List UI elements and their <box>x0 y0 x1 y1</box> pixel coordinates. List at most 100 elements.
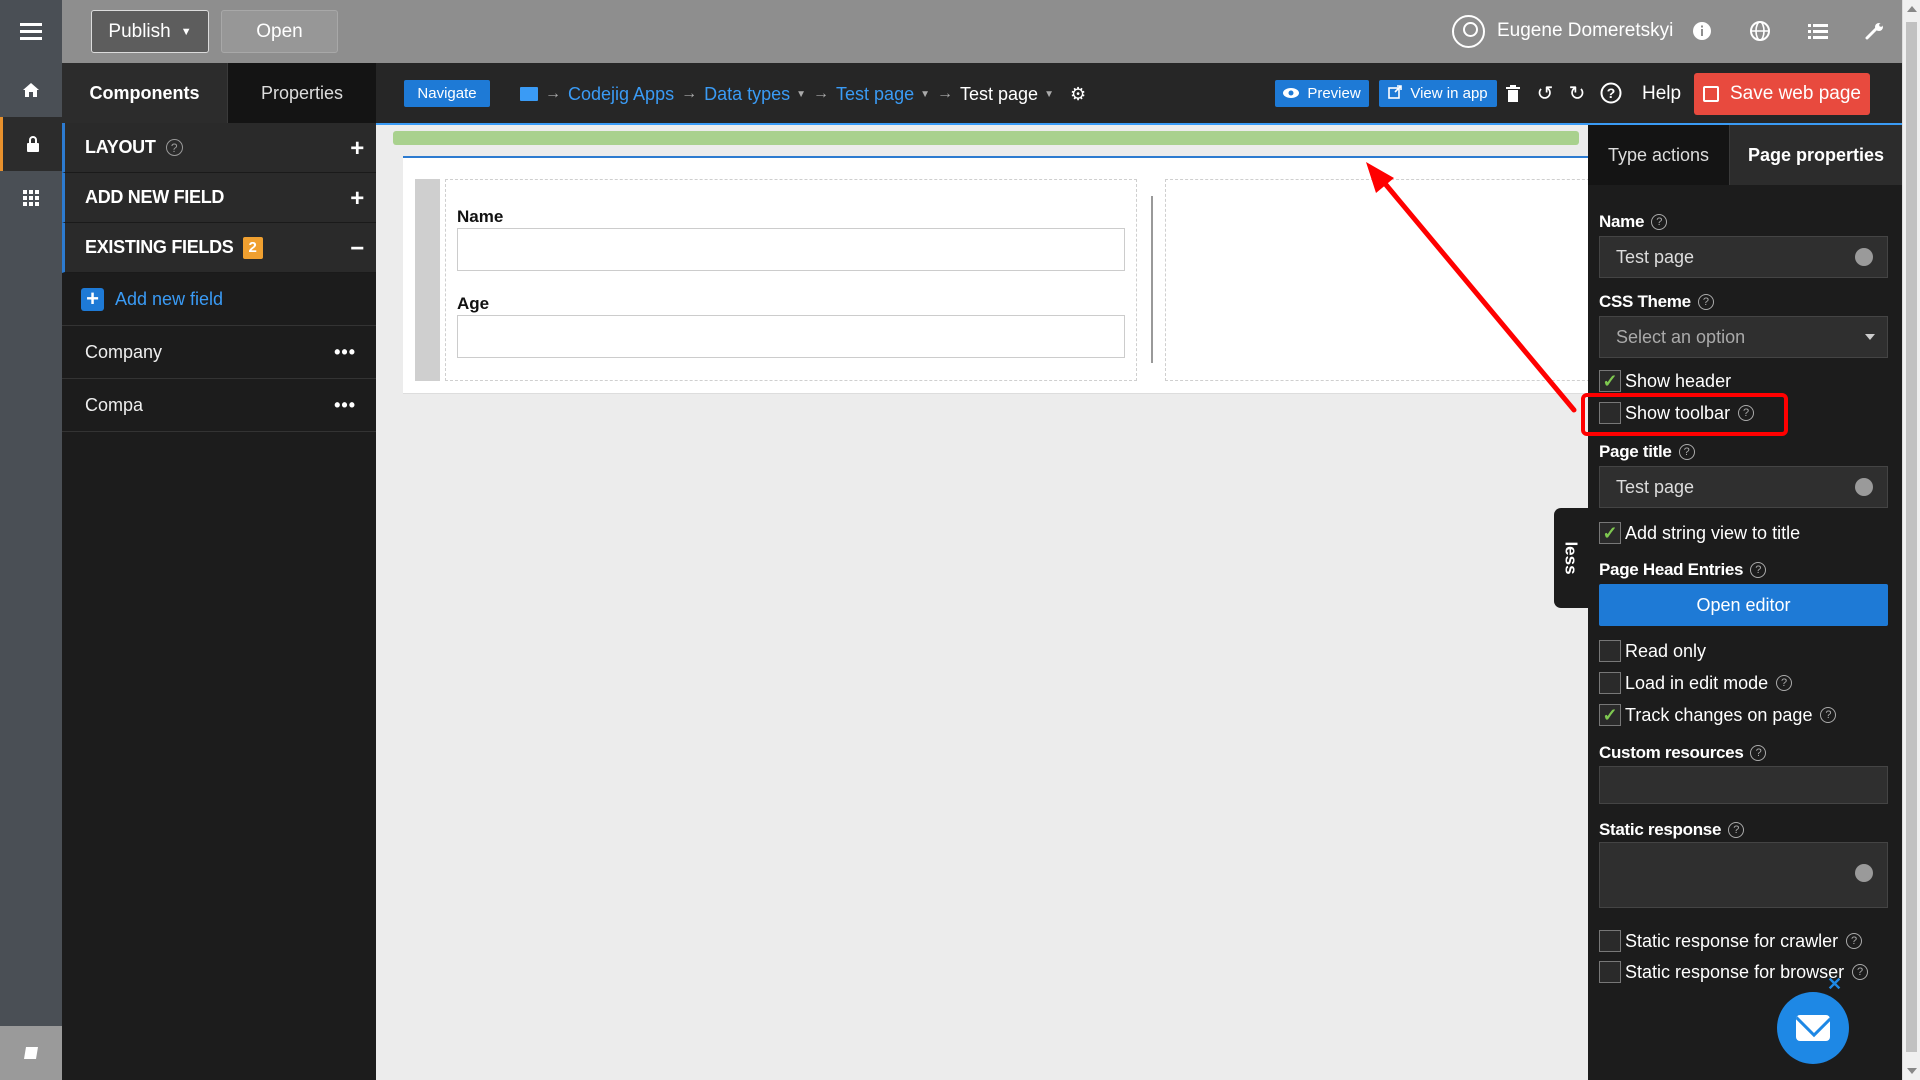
section-layout[interactable]: LAYOUT ? + <box>62 123 376 173</box>
checkbox-checked-icon[interactable]: ✓ <box>1599 704 1621 726</box>
tab-properties[interactable]: Properties <box>228 63 376 123</box>
less-toggle-tab[interactable]: less <box>1554 508 1588 608</box>
trash-icon[interactable] <box>1500 79 1526 107</box>
list-item[interactable]: Company ••• <box>62 326 376 379</box>
checkbox-checked-icon[interactable]: ✓ <box>1599 370 1621 392</box>
arrow-right-icon: → <box>681 85 698 102</box>
add-new-field-label: Add new field <box>115 288 224 309</box>
navigate-button[interactable]: Navigate <box>404 80 490 107</box>
css-theme-select[interactable]: Select an option <box>1599 316 1888 358</box>
checkbox-unchecked-icon[interactable] <box>1599 930 1621 952</box>
gear-icon[interactable]: ⚙ <box>1070 84 1086 105</box>
chevron-down-icon[interactable]: ▼ <box>796 89 806 100</box>
drag-handle[interactable] <box>415 179 440 381</box>
publish-button[interactable]: Publish ▼ <box>91 10 209 53</box>
plus-icon[interactable]: + <box>350 185 364 213</box>
globe-icon[interactable] <box>1855 248 1873 266</box>
static-crawler-checkbox[interactable]: Static response for crawler ? <box>1599 930 1863 952</box>
eye-icon <box>1283 85 1300 102</box>
help-icon[interactable]: ? <box>1776 675 1793 691</box>
page-head-entries-label: Page Head Entries? <box>1599 560 1767 580</box>
scrollbar-thumb[interactable] <box>1906 22 1917 1052</box>
help-icon[interactable]: ? <box>1852 964 1869 980</box>
window-icon[interactable] <box>520 87 538 101</box>
form-column-left[interactable]: Name Age <box>445 179 1137 381</box>
checkbox-unchecked-icon[interactable] <box>1599 640 1621 662</box>
chevron-down-icon[interactable]: ▼ <box>920 89 930 100</box>
help-icon[interactable]: ? <box>1750 745 1767 761</box>
help-icon[interactable]: ? <box>1846 933 1863 949</box>
lock-icon[interactable] <box>0 117 62 171</box>
redo-icon[interactable]: ↻ <box>1564 79 1590 107</box>
tab-components[interactable]: Components <box>62 63 228 123</box>
help-icon[interactable]: ? <box>1697 294 1714 310</box>
column-resize-handle[interactable] <box>1151 196 1153 363</box>
book-icon[interactable] <box>0 1026 62 1080</box>
editor-toolbar: Navigate → Codejig Apps → Data types ▼ →… <box>376 63 1902 123</box>
add-new-field-link[interactable]: + Add new field <box>62 273 376 326</box>
read-only-checkbox[interactable]: Read only <box>1599 640 1706 662</box>
checkbox-unchecked-icon[interactable] <box>1599 672 1621 694</box>
section-add-new-field[interactable]: ADD NEW FIELD + <box>62 173 376 223</box>
checkbox-unchecked-icon[interactable] <box>1599 961 1621 983</box>
minus-icon[interactable]: − <box>350 235 364 263</box>
more-options-icon[interactable]: ••• <box>334 395 356 416</box>
globe-icon[interactable] <box>1855 478 1873 496</box>
help-icon[interactable]: ? <box>1651 214 1668 230</box>
load-edit-mode-checkbox[interactable]: Load in edit mode ? <box>1599 672 1793 694</box>
open-button[interactable]: Open <box>221 10 338 53</box>
more-options-icon[interactable]: ••• <box>334 342 356 363</box>
static-response-textarea[interactable] <box>1599 842 1888 908</box>
add-string-view-checkbox[interactable]: ✓ Add string view to title <box>1599 522 1800 544</box>
name-input[interactable]: Test page <box>1599 236 1888 278</box>
tab-page-properties[interactable]: Page properties <box>1730 125 1902 185</box>
hamburger-icon <box>20 21 42 42</box>
user-avatar-icon[interactable] <box>1452 15 1485 48</box>
form-column-right[interactable] <box>1165 179 1605 381</box>
chat-button[interactable] <box>1777 992 1849 1064</box>
help-circle-icon[interactable]: ? <box>1598 79 1624 107</box>
undo-icon[interactable]: ↺ <box>1532 79 1558 107</box>
plus-square-icon: + <box>81 286 104 311</box>
save-web-page-button[interactable]: Save web page <box>1694 73 1870 115</box>
user-name[interactable]: Eugene Domeretskyi <box>1497 20 1673 42</box>
scroll-up-icon[interactable] <box>1907 6 1917 12</box>
close-icon[interactable]: ✕ <box>1827 974 1842 995</box>
breadcrumb-current[interactable]: Test page <box>960 84 1038 105</box>
help-icon[interactable]: ? <box>165 139 183 156</box>
track-changes-checkbox[interactable]: ✓ Track changes on page ? <box>1599 704 1837 726</box>
help-icon[interactable]: ? <box>1820 707 1837 723</box>
form-layout-card[interactable]: Name Age <box>403 156 1605 394</box>
list-icon[interactable] <box>1805 17 1831 45</box>
hamburger-menu-button[interactable] <box>0 0 62 63</box>
tab-type-actions[interactable]: Type actions <box>1588 125 1730 185</box>
globe-icon[interactable] <box>1855 864 1873 882</box>
help-icon[interactable]: ? <box>1750 562 1767 578</box>
breadcrumb-item[interactable]: Data types <box>704 84 790 105</box>
globe-icon[interactable] <box>1747 17 1773 45</box>
scroll-down-icon[interactable] <box>1907 1068 1917 1074</box>
plus-icon[interactable]: + <box>350 135 364 163</box>
breadcrumb-item[interactable]: Codejig Apps <box>568 84 674 105</box>
apps-grid-icon[interactable] <box>0 171 62 225</box>
checkbox-checked-icon[interactable]: ✓ <box>1599 522 1621 544</box>
show-header-checkbox[interactable]: ✓ Show header <box>1599 370 1731 392</box>
breadcrumb-item[interactable]: Test page <box>836 84 914 105</box>
help-link[interactable]: Help <box>1642 83 1681 105</box>
list-item[interactable]: Compa ••• <box>62 379 376 432</box>
custom-resources-input[interactable] <box>1599 766 1888 804</box>
info-icon[interactable] <box>1689 17 1715 45</box>
section-existing-fields[interactable]: EXISTING FIELDS 2 − <box>62 223 376 273</box>
home-icon[interactable] <box>0 63 62 117</box>
name-field-input[interactable] <box>457 228 1125 271</box>
help-icon[interactable]: ? <box>1728 822 1745 838</box>
preview-button[interactable]: Preview <box>1275 80 1369 107</box>
view-in-app-button[interactable]: View in app <box>1379 80 1497 107</box>
page-title-input[interactable]: Test page <box>1599 466 1888 508</box>
open-editor-button[interactable]: Open editor <box>1599 584 1888 626</box>
age-field-input[interactable] <box>457 315 1125 358</box>
wrench-icon[interactable] <box>1862 17 1888 45</box>
vertical-scrollbar[interactable] <box>1902 0 1920 1080</box>
help-icon[interactable]: ? <box>1678 444 1695 460</box>
chevron-down-icon[interactable]: ▼ <box>1044 89 1054 100</box>
